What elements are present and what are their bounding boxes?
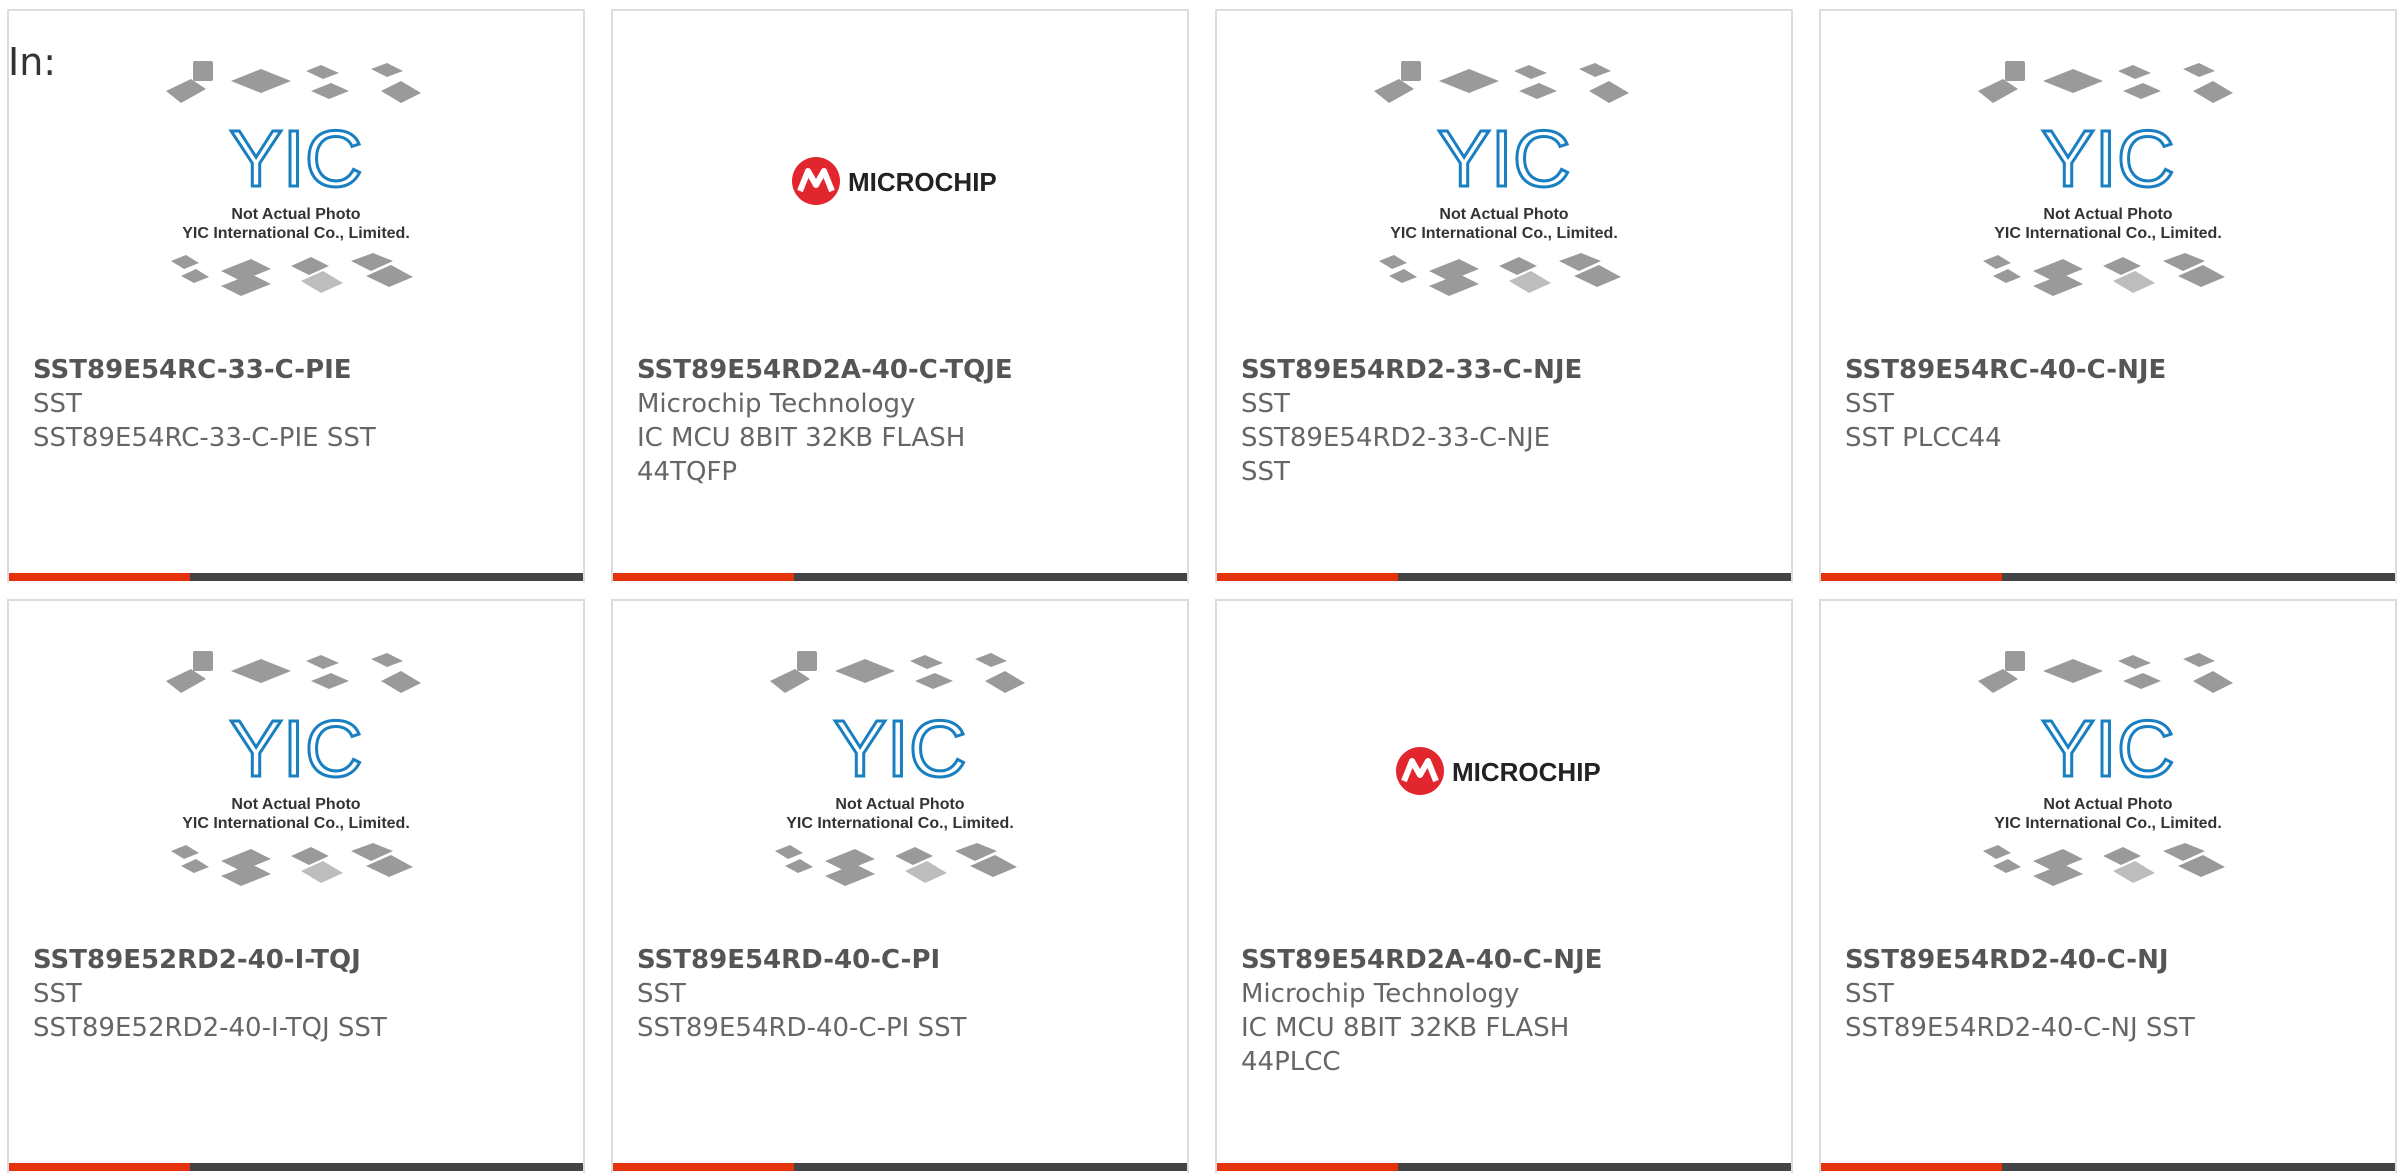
product-card[interactable]: MICROCHIP SST89E54RD2A-40-C-NJE Microchi… xyxy=(1215,599,1793,1173)
not-actual-photo-text: Not Actual Photo xyxy=(1439,206,1568,223)
yic-placeholder-image: YIC Not Actual Photo YIC International C… xyxy=(770,651,1025,886)
product-card[interactable]: YIC Not Actual Photo YIC International C… xyxy=(1819,599,2397,1173)
product-image[interactable]: YIC Not Actual Photo YIC International C… xyxy=(613,601,1187,941)
part-number-link[interactable]: SST89E54RD-40-C-PI xyxy=(637,943,1167,977)
card-bar xyxy=(1217,573,1791,581)
yic-logo: YIC xyxy=(833,704,966,793)
card-bar xyxy=(613,573,1187,581)
description: SST89E54RC-33-C-PIE SST xyxy=(33,423,376,453)
manufacturer: SST xyxy=(33,979,82,1009)
description: SST89E54RD2-40-C-NJ SST xyxy=(1845,1013,2195,1043)
microchip-logo-text: MICROCHIP xyxy=(1452,757,1601,787)
product-info: SST89E54RD2A-40-C-NJE Microchip Technolo… xyxy=(1241,943,1771,1079)
product-card[interactable]: YIC Not Actual Photo YIC International C… xyxy=(1215,9,1793,583)
yic-logo: YIC xyxy=(2041,114,2174,203)
card-bar xyxy=(613,1163,1187,1171)
product-image[interactable]: MICROCHIP xyxy=(1217,601,1791,941)
yic-company-text: YIC International Co., Limited. xyxy=(786,815,1014,832)
not-actual-photo-text: Not Actual Photo xyxy=(231,796,360,813)
yic-placeholder-image: YIC Not Actual Photo YIC International C… xyxy=(1978,651,2233,886)
card-bar xyxy=(9,1163,583,1171)
microchip-logo: MICROCHIP xyxy=(1396,747,1601,795)
yic-logo: YIC xyxy=(1437,114,1570,203)
filter-label: In: xyxy=(8,40,57,84)
card-bar xyxy=(1821,573,2395,581)
manufacturer: Microchip Technology xyxy=(637,389,916,419)
part-number-link[interactable]: SST89E54RD2-40-C-NJ xyxy=(1845,943,2375,977)
product-info: SST89E54RD2-40-C-NJ SST SST89E54RD2-40-C… xyxy=(1845,943,2375,1045)
manufacturer: SST xyxy=(1241,389,1290,419)
card-bar xyxy=(9,573,583,581)
manufacturer: Microchip Technology xyxy=(1241,979,1520,1009)
description: IC MCU 8BIT 32KB FLASH 44PLCC xyxy=(1241,1013,1570,1077)
yic-logo: YIC xyxy=(2041,704,2174,793)
product-grid: YIC Not Actual Photo YIC International C… xyxy=(0,0,2400,1173)
product-image[interactable]: YIC Not Actual Photo YIC International C… xyxy=(1821,601,2395,941)
description: SST PLCC44 xyxy=(1845,423,2002,453)
product-card[interactable]: MICROCHIP SST89E54RD2A-40-C-TQJE Microch… xyxy=(611,9,1189,583)
yic-company-text: YIC International Co., Limited. xyxy=(1994,225,2222,242)
description: SST89E54RD2-33-C-NJE SST xyxy=(1241,423,1551,487)
not-actual-photo-text: Not Actual Photo xyxy=(231,206,360,223)
yic-placeholder-image: YIC Not Actual Photo YIC International C… xyxy=(1978,61,2233,296)
microchip-logo-text: MICROCHIP xyxy=(848,167,997,197)
part-number-link[interactable]: SST89E54RD2A-40-C-TQJE xyxy=(637,353,1167,387)
yic-company-text: YIC International Co., Limited. xyxy=(1390,225,1618,242)
microchip-logo: MICROCHIP xyxy=(792,157,997,205)
description: IC MCU 8BIT 32KB FLASH 44TQFP xyxy=(637,423,966,487)
part-number-link[interactable]: SST89E54RC-40-C-NJE xyxy=(1845,353,2375,387)
description: SST89E54RD-40-C-PI SST xyxy=(637,1013,967,1043)
product-image[interactable]: YIC Not Actual Photo YIC International C… xyxy=(9,601,583,941)
manufacturer: SST xyxy=(33,389,82,419)
manufacturer: SST xyxy=(1845,979,1894,1009)
product-card[interactable]: YIC Not Actual Photo YIC International C… xyxy=(1819,9,2397,583)
product-info: SST89E54RC-33-C-PIE SST SST89E54RC-33-C-… xyxy=(33,353,563,455)
part-number-link[interactable]: SST89E54RD2-33-C-NJE xyxy=(1241,353,1771,387)
manufacturer: SST xyxy=(637,979,686,1009)
product-image[interactable]: YIC Not Actual Photo YIC International C… xyxy=(9,11,583,351)
card-bar xyxy=(1821,1163,2395,1171)
yic-logo: YIC xyxy=(229,114,362,203)
not-actual-photo-text: Not Actual Photo xyxy=(835,796,964,813)
not-actual-photo-text: Not Actual Photo xyxy=(2043,796,2172,813)
yic-logo: YIC xyxy=(229,704,362,793)
product-image[interactable]: MICROCHIP xyxy=(613,11,1187,351)
product-info: SST89E54RD2A-40-C-TQJE Microchip Technol… xyxy=(637,353,1167,489)
product-image[interactable]: YIC Not Actual Photo YIC International C… xyxy=(1217,11,1791,351)
yic-company-text: YIC International Co., Limited. xyxy=(182,225,410,242)
yic-placeholder-image: YIC Not Actual Photo YIC International C… xyxy=(166,651,421,886)
product-info: SST89E54RD-40-C-PI SST SST89E54RD-40-C-P… xyxy=(637,943,1167,1045)
yic-company-text: YIC International Co., Limited. xyxy=(182,815,410,832)
yic-placeholder-image: YIC Not Actual Photo YIC International C… xyxy=(166,61,421,296)
product-image[interactable]: YIC Not Actual Photo YIC International C… xyxy=(1821,11,2395,351)
product-card[interactable]: YIC Not Actual Photo YIC International C… xyxy=(611,599,1189,1173)
product-info: SST89E52RD2-40-I-TQJ SST SST89E52RD2-40-… xyxy=(33,943,563,1045)
part-number-link[interactable]: SST89E54RC-33-C-PIE xyxy=(33,353,563,387)
description: SST89E52RD2-40-I-TQJ SST xyxy=(33,1013,387,1043)
part-number-link[interactable]: SST89E54RD2A-40-C-NJE xyxy=(1241,943,1771,977)
card-bar xyxy=(1217,1163,1791,1171)
not-actual-photo-text: Not Actual Photo xyxy=(2043,206,2172,223)
part-number-link[interactable]: SST89E52RD2-40-I-TQJ xyxy=(33,943,563,977)
product-card[interactable]: YIC Not Actual Photo YIC International C… xyxy=(7,9,585,583)
product-card[interactable]: YIC Not Actual Photo YIC International C… xyxy=(7,599,585,1173)
yic-placeholder-image: YIC Not Actual Photo YIC International C… xyxy=(1374,61,1629,296)
product-info: SST89E54RD2-33-C-NJE SST SST89E54RD2-33-… xyxy=(1241,353,1771,489)
product-info: SST89E54RC-40-C-NJE SST SST PLCC44 xyxy=(1845,353,2375,455)
yic-company-text: YIC International Co., Limited. xyxy=(1994,815,2222,832)
manufacturer: SST xyxy=(1845,389,1894,419)
